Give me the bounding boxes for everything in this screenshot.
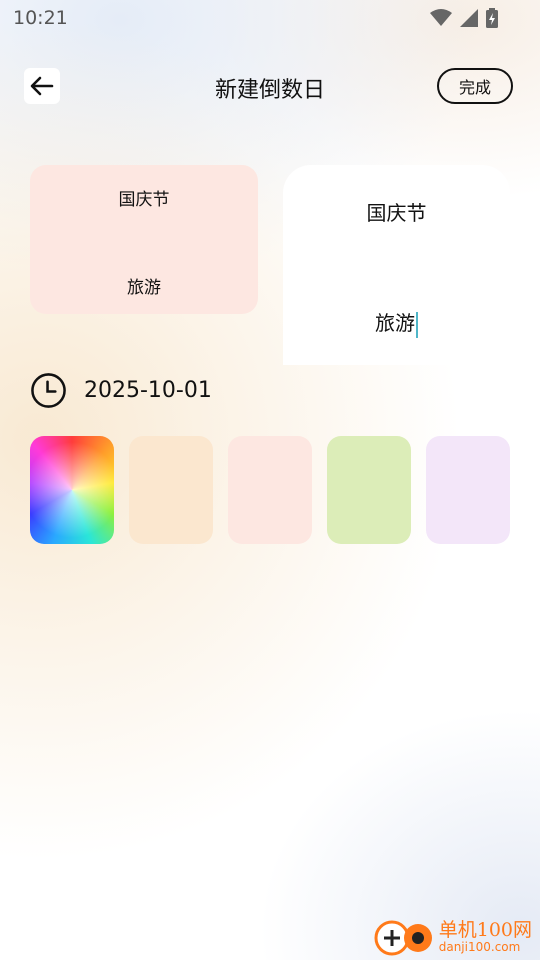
watermark-name: 单机100网 — [438, 919, 532, 941]
event-subtitle-input[interactable]: 旅游 — [283, 307, 510, 338]
date-value: 2025-10-01 — [84, 377, 212, 403]
danji-logo-icon — [374, 920, 432, 956]
event-subtitle-text: 旅游 — [375, 311, 415, 335]
preview-event-subtitle: 旅游 — [127, 278, 161, 298]
watermark: 单机100网 danji100.com — [373, 918, 532, 956]
swatch-lavender[interactable] — [426, 436, 510, 544]
swatch-pink[interactable] — [228, 436, 312, 544]
header: 新建倒数日 完成 — [0, 64, 540, 108]
preview-event-name: 国庆节 — [118, 190, 170, 210]
battery-icon — [486, 8, 498, 28]
status-icons — [430, 8, 498, 28]
watermark-text: 单机100网 danji100.com — [439, 920, 532, 954]
status-bar: 10:21 — [0, 0, 540, 36]
preview-card: 国庆节 旅游 — [30, 165, 258, 314]
event-name-input[interactable]: 国庆节 — [283, 197, 510, 226]
color-swatches — [30, 436, 510, 544]
date-picker-row[interactable]: 2025-10-01 — [30, 370, 212, 410]
status-time: 10:21 — [13, 7, 68, 29]
signal-icon — [460, 9, 478, 27]
swatch-green[interactable] — [327, 436, 411, 544]
wifi-icon — [430, 9, 452, 26]
editor-card: 国庆节 旅游 — [283, 165, 510, 365]
text-caret — [416, 311, 418, 338]
watermark-url: danji100.com — [438, 940, 521, 954]
done-button[interactable]: 完成 — [437, 68, 513, 104]
swatch-rainbow-picker[interactable] — [30, 436, 114, 544]
clock-icon — [31, 372, 66, 408]
swatch-peach[interactable] — [129, 436, 213, 544]
